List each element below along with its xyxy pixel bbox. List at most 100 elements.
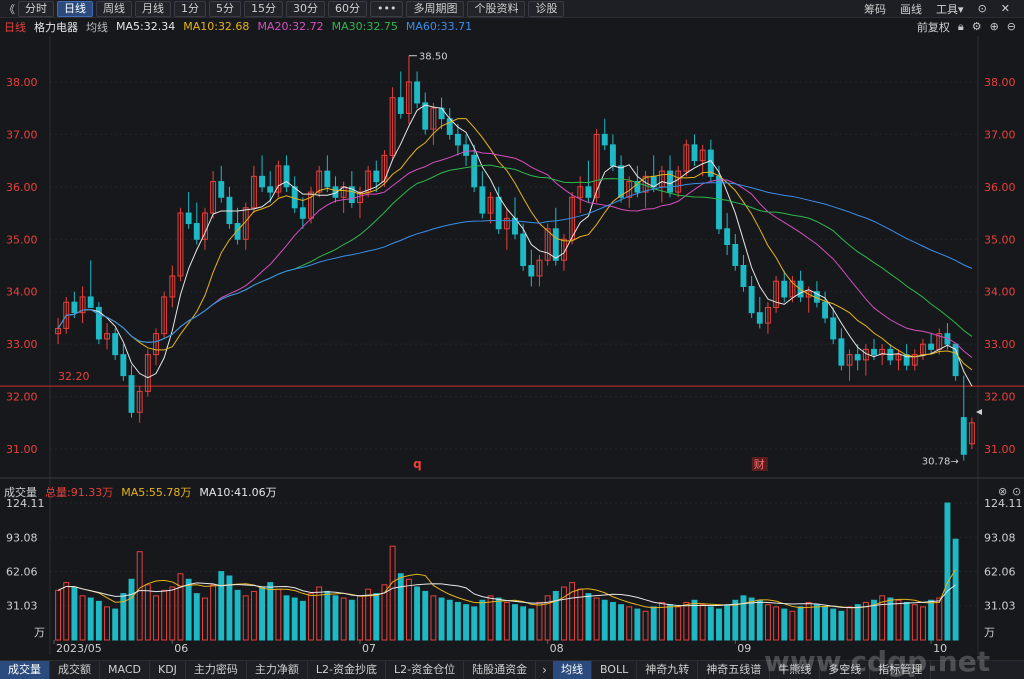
period-tab-10[interactable]: 多周期图 bbox=[406, 0, 465, 17]
candle-body bbox=[797, 280, 804, 298]
plus-icon[interactable]: ⊕ bbox=[990, 20, 999, 33]
volume-bar bbox=[161, 589, 168, 641]
candle-body bbox=[471, 154, 478, 188]
volume-bar bbox=[267, 582, 274, 641]
candle-body bbox=[577, 186, 584, 198]
low-label: 30.78→ bbox=[922, 457, 959, 468]
candle-body bbox=[463, 144, 469, 156]
period-tab-5[interactable]: 5分 bbox=[209, 0, 241, 17]
chips-button[interactable]: 筹码 bbox=[864, 1, 886, 17]
period-tab-3[interactable]: 月线 bbox=[135, 0, 171, 17]
volume-close-icon[interactable]: ⊗ bbox=[998, 485, 1007, 498]
indicator-tab-8[interactable]: 陆股通资金 bbox=[464, 661, 537, 679]
period-tab-7[interactable]: 30分 bbox=[286, 0, 325, 17]
candle-body bbox=[112, 333, 119, 356]
candle-body bbox=[854, 354, 861, 361]
candle-body bbox=[381, 154, 388, 183]
candle-body bbox=[365, 170, 372, 193]
volume-bar bbox=[520, 606, 527, 641]
candle-body bbox=[512, 217, 518, 235]
adjust-button[interactable]: 前复权 bbox=[917, 19, 950, 35]
indicator-tab-10[interactable]: BOLL bbox=[592, 661, 638, 679]
price-tick-right: 38.00 bbox=[984, 76, 1016, 89]
indicator-tab-9[interactable]: 均线 bbox=[552, 661, 592, 679]
indicator-tab-5[interactable]: 主力净额 bbox=[247, 661, 308, 679]
gear-icon[interactable]: ⚙ bbox=[972, 20, 982, 33]
indicator-tab-0[interactable]: 成交量 bbox=[0, 661, 50, 679]
candle-body bbox=[430, 107, 437, 130]
period-tab-0[interactable]: 分时 bbox=[18, 0, 54, 17]
period-tab-1[interactable]: 日线 bbox=[57, 0, 93, 17]
volume-bar bbox=[756, 599, 763, 641]
candle-body bbox=[104, 333, 110, 340]
price-tick-left: 32.00 bbox=[6, 391, 38, 404]
settings-icon[interactable]: ⊙ bbox=[978, 2, 987, 15]
volume-bar bbox=[185, 578, 192, 641]
volume-bar bbox=[71, 586, 78, 641]
ma-label[interactable]: 均线 bbox=[86, 19, 108, 35]
volume-bar bbox=[128, 578, 135, 641]
period-tab-6[interactable]: 15分 bbox=[244, 0, 283, 17]
indicator-tab-7[interactable]: L2-资金仓位 bbox=[386, 661, 465, 679]
candle-body bbox=[911, 354, 918, 366]
indicator-tab-1[interactable]: 成交额 bbox=[50, 661, 100, 679]
volume-bar bbox=[291, 597, 298, 641]
period-tab-2[interactable]: 周线 bbox=[96, 0, 132, 17]
candle-body bbox=[79, 296, 86, 314]
candle-body bbox=[267, 186, 274, 193]
volume-bar bbox=[234, 589, 241, 641]
candle-body bbox=[55, 327, 62, 335]
indicator-tab-2[interactable]: MACD bbox=[100, 661, 150, 679]
volume-ma5: MA5:55.78万 bbox=[121, 485, 192, 499]
volume-bar bbox=[609, 601, 616, 641]
draw-line-button[interactable]: 画线 bbox=[900, 1, 922, 17]
volume-bar bbox=[503, 601, 510, 641]
back-icon[interactable]: 《 bbox=[4, 1, 15, 17]
candle-body bbox=[503, 217, 510, 230]
period-tab-8[interactable]: 60分 bbox=[328, 0, 367, 17]
indicator-tab-11[interactable]: 神奇九转 bbox=[637, 661, 699, 679]
volume-bar bbox=[626, 606, 633, 641]
period-tab-4[interactable]: 1分 bbox=[174, 0, 206, 17]
tabs-scroll-right-icon[interactable]: › bbox=[536, 663, 553, 677]
close-icon[interactable]: ✕ bbox=[1001, 2, 1010, 15]
volume-bar bbox=[528, 608, 535, 641]
kline-chart[interactable]: 38.00 38.00 37.00 37.00 36.00 36.00 35.00 35.00… bbox=[0, 0, 1024, 660]
candle-body bbox=[210, 181, 217, 214]
ma60-line bbox=[57, 182, 973, 343]
volume-bar bbox=[348, 599, 355, 641]
volume-bar bbox=[764, 604, 771, 641]
period-tab-9[interactable]: ••• bbox=[370, 0, 404, 17]
candle-body bbox=[185, 212, 192, 225]
volume-settings-icon[interactable]: ⊙ bbox=[1012, 485, 1021, 498]
volume-bar bbox=[446, 599, 453, 641]
period-label: 日线 bbox=[4, 20, 26, 34]
indicator-tab-4[interactable]: 主力密码 bbox=[186, 661, 247, 679]
volume-bar bbox=[797, 606, 804, 641]
candle-body bbox=[479, 186, 486, 214]
minus-icon[interactable]: ⊖ bbox=[1007, 20, 1016, 33]
period-tab-11[interactable]: 个股资料 bbox=[467, 0, 526, 17]
volume-bar bbox=[667, 604, 673, 641]
volume-bar bbox=[716, 608, 722, 641]
candle-body bbox=[830, 317, 837, 340]
volume-bar bbox=[487, 595, 494, 641]
indicator-tab-6[interactable]: L2-资金抄底 bbox=[308, 661, 387, 679]
period-tab-12[interactable]: 诊股 bbox=[528, 0, 565, 17]
candle-body bbox=[952, 343, 959, 377]
ma5-value: MA5:32.34 bbox=[116, 20, 176, 33]
event-marker-q[interactable]: q bbox=[413, 457, 422, 471]
candle-body bbox=[903, 354, 910, 366]
volume-bar bbox=[593, 597, 600, 641]
price-tick-right: 31.00 bbox=[984, 443, 1016, 456]
indicator-tab-3[interactable]: KDJ bbox=[150, 661, 186, 679]
candle-body bbox=[626, 181, 633, 198]
event-marker-cai[interactable]: 财 bbox=[754, 457, 765, 471]
tools-dropdown[interactable]: 工具▾ bbox=[936, 1, 964, 17]
indicator-tab-12[interactable]: 神奇五线谱 bbox=[698, 661, 771, 679]
volume-bar bbox=[773, 606, 780, 641]
candle-body bbox=[528, 264, 535, 277]
lock-icon[interactable]: 🔒︎ bbox=[958, 20, 964, 34]
candle-body bbox=[756, 312, 763, 324]
candle-body bbox=[846, 354, 853, 366]
